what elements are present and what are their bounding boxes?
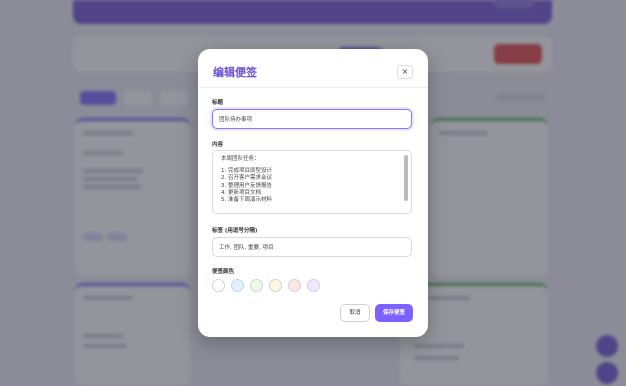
content-line: 2. 召开客户需求会议 [221, 175, 272, 182]
title-label: 标题 [212, 100, 224, 106]
textarea-scrollbar[interactable] [404, 155, 408, 201]
color-swatch-pink[interactable] [288, 279, 301, 292]
content-line: 3. 整理用户反馈报告 [221, 182, 272, 189]
header-divider [198, 87, 428, 88]
content-label: 内容 [212, 142, 224, 148]
color-label: 便签颜色 [212, 269, 235, 275]
color-swatch-white[interactable] [212, 279, 225, 292]
modal-title: 编辑便签 [213, 66, 257, 79]
content-line: 5. 准备下周演示材料 [221, 197, 272, 204]
tags-input[interactable] [212, 237, 412, 257]
content-line: 4. 更新项目文档 [221, 189, 261, 196]
color-swatch-yellow[interactable] [269, 279, 282, 292]
close-button[interactable]: × [397, 65, 413, 79]
edit-note-modal: 编辑便签 × 标题 内容 本周团队任务： 1. 完成项目原型设计 2. 召开客户… [198, 49, 428, 337]
tags-label: 标签 (用逗号分隔) [212, 228, 258, 234]
content-line: 本周团队任务： [221, 156, 260, 162]
close-icon: × [401, 67, 409, 76]
content-textarea[interactable]: 本周团队任务： 1. 完成项目原型设计 2. 召开客户需求会议 3. 整理用户反… [212, 150, 412, 214]
color-swatch-purple[interactable] [307, 279, 320, 292]
color-swatch-green[interactable] [250, 279, 263, 292]
cancel-button[interactable]: 取消 [340, 304, 370, 322]
color-swatch-blue[interactable] [231, 279, 244, 292]
save-button[interactable]: 保存便签 [375, 304, 413, 322]
title-input[interactable] [212, 109, 412, 129]
